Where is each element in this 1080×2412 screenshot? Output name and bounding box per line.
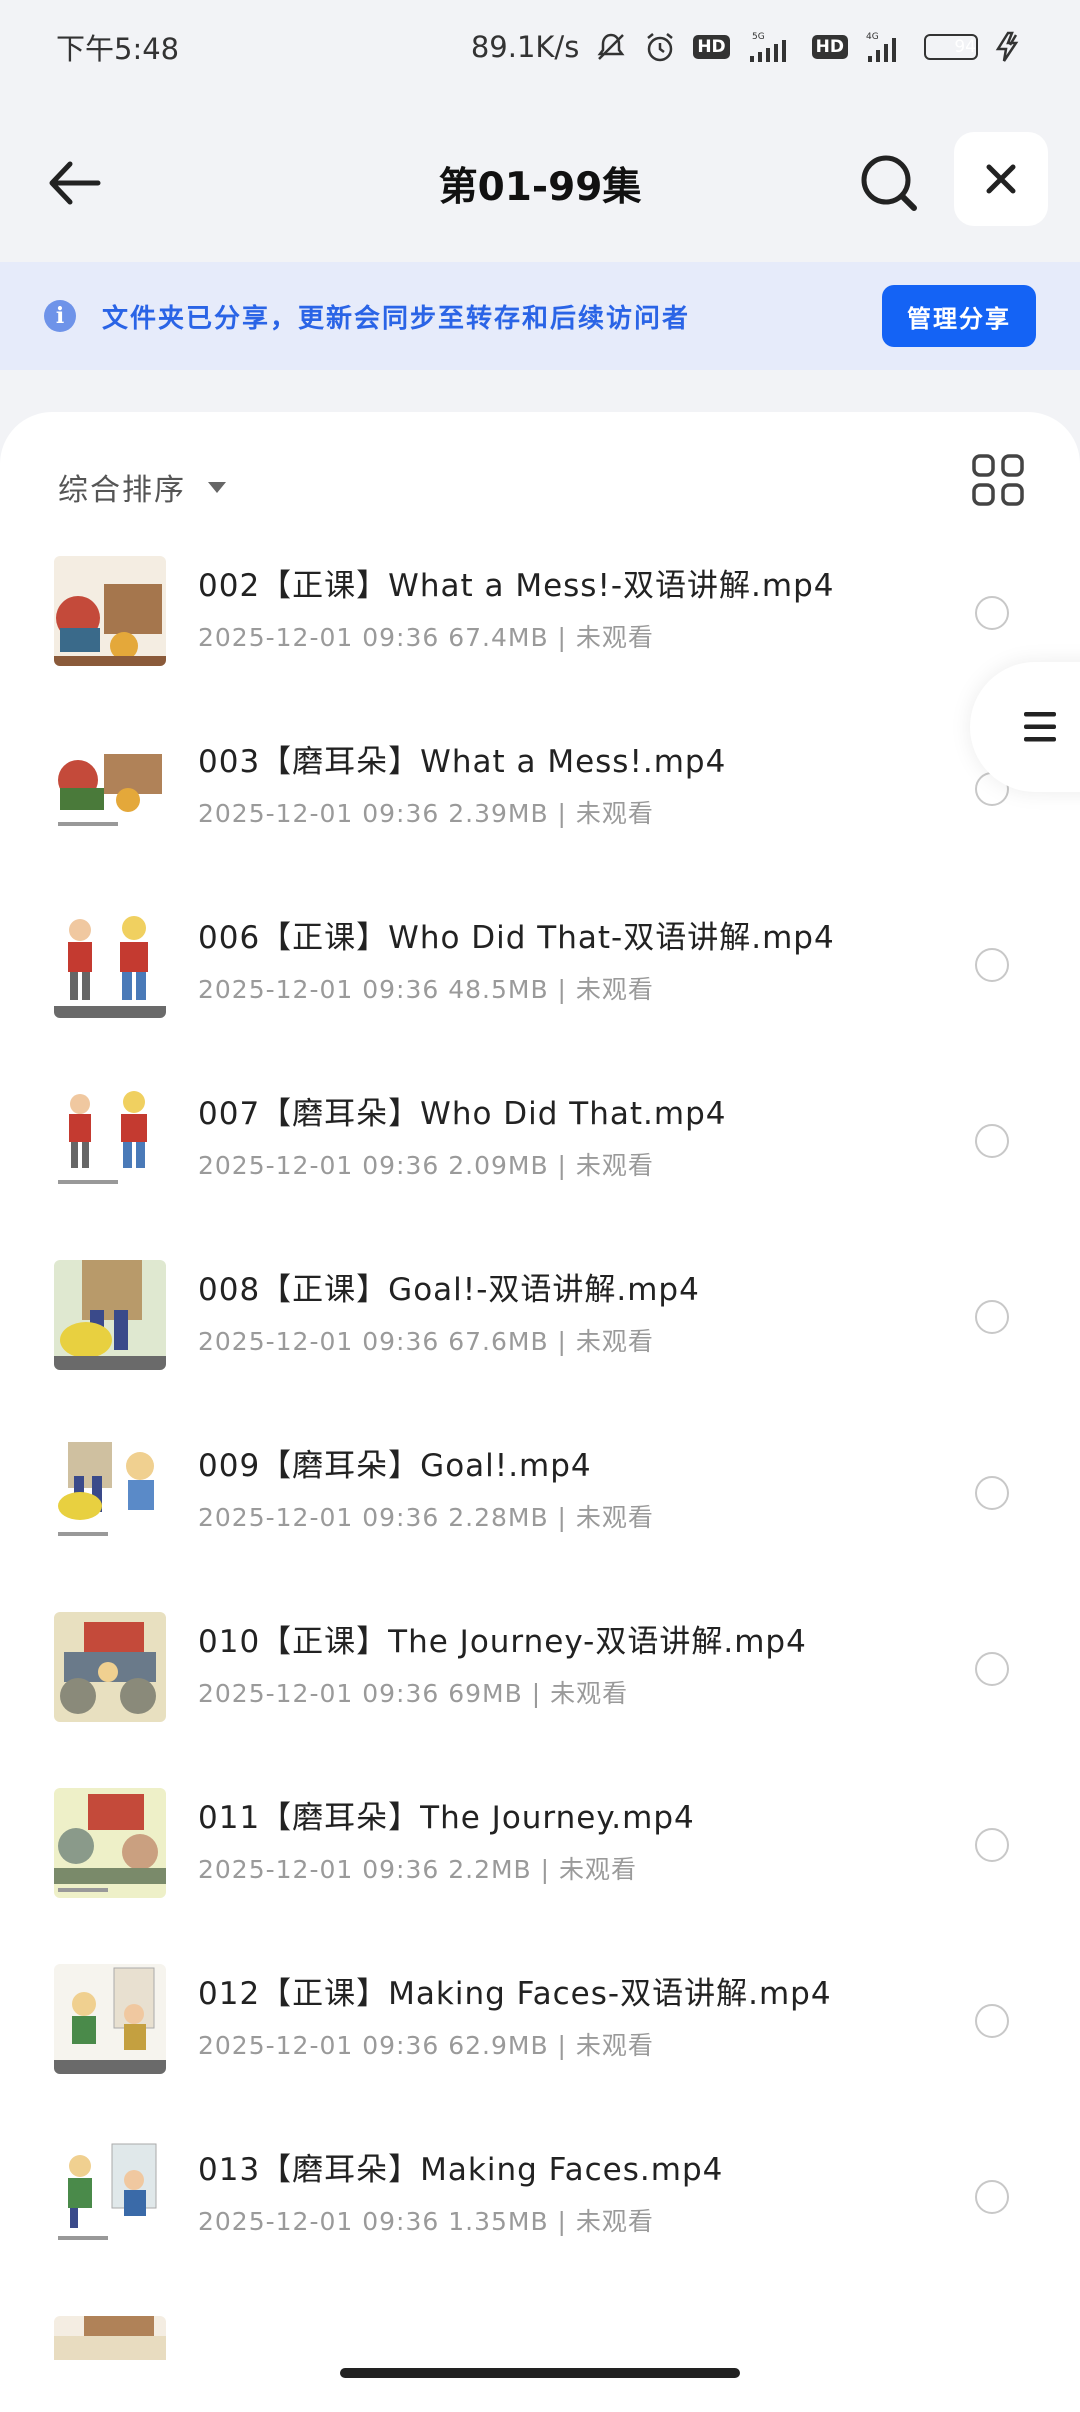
caret-down-icon: [208, 481, 226, 493]
video-thumbnail: [54, 1788, 166, 1898]
status-icons: 89.1K/s HD 5G HD 4G 94: [471, 30, 1024, 64]
file-name: 003【磨耳朵】What a Mess!.mp4: [198, 744, 727, 780]
alarm-icon: [643, 30, 677, 64]
file-row[interactable]: 012【正课】Making Faces-双语讲解.mp4 2025-12-01 …: [0, 1960, 1080, 2136]
grid-icon: [972, 454, 1024, 506]
manage-share-button[interactable]: 管理分享: [882, 285, 1036, 347]
select-radio[interactable]: [975, 1300, 1009, 1334]
grid-view-button[interactable]: [970, 452, 1026, 508]
video-thumbnail: [54, 1260, 166, 1370]
info-icon: i: [44, 300, 76, 332]
select-radio[interactable]: [975, 1124, 1009, 1158]
file-row-partial[interactable]: [0, 2312, 1080, 2360]
battery-icon: 94: [924, 34, 978, 60]
share-banner-text: 文件夹已分享，更新会同步至转存和后续访问者: [102, 303, 691, 334]
header: 第01-99集: [0, 94, 1080, 262]
battery-level: 94: [954, 37, 976, 57]
file-meta: 2025-12-01 09:36 2.2MB | 未观看: [198, 1855, 638, 1884]
back-button[interactable]: [40, 148, 110, 218]
file-meta: 2025-12-01 09:36 1.35MB | 未观看: [198, 2207, 654, 2236]
charging-icon: [994, 31, 1024, 63]
video-thumbnail: [54, 2316, 166, 2360]
file-row[interactable]: 007【磨耳朵】Who Did That.mp4 2025-12-01 09:3…: [0, 1080, 1080, 1256]
file-row[interactable]: 003【磨耳朵】What a Mess!.mp4 2025-12-01 09:3…: [0, 728, 1080, 904]
home-indicator[interactable]: [340, 2368, 740, 2378]
close-button[interactable]: [954, 132, 1048, 226]
signal-1-label: 5G: [752, 32, 765, 42]
file-meta: 2025-12-01 09:36 2.39MB | 未观看: [198, 799, 654, 828]
video-thumbnail: [54, 556, 166, 666]
sort-label: 综合排序: [58, 473, 186, 508]
status-bar: 下午5:48 89.1K/s HD 5G HD 4G 94: [0, 0, 1080, 94]
menu-icon: [1024, 712, 1056, 742]
select-radio[interactable]: [975, 596, 1009, 630]
file-name: 006【正课】Who Did That-双语讲解.mp4: [198, 920, 835, 956]
select-radio[interactable]: [975, 1828, 1009, 1862]
signal-2-label: 4G: [866, 32, 879, 42]
file-name: 013【磨耳朵】Making Faces.mp4: [198, 2152, 724, 2188]
signal-5g-icon: 5G: [746, 30, 796, 64]
close-icon: [986, 164, 1016, 194]
file-row[interactable]: 002【正课】What a Mess!-双语讲解.mp4 2025-12-01 …: [0, 552, 1080, 728]
file-row[interactable]: 009【磨耳朵】Goal!.mp4 2025-12-01 09:36 2.28M…: [0, 1432, 1080, 1608]
network-speed: 89.1K/s: [470, 30, 580, 64]
video-thumbnail: [54, 908, 166, 1018]
file-name: 012【正课】Making Faces-双语讲解.mp4: [198, 1976, 832, 2012]
video-thumbnail: [54, 2140, 166, 2250]
file-name: 007【磨耳朵】Who Did That.mp4: [198, 1096, 727, 1132]
sort-dropdown[interactable]: 综合排序: [58, 452, 226, 522]
file-row[interactable]: 011【磨耳朵】The Journey.mp4 2025-12-01 09:36…: [0, 1784, 1080, 1960]
hd-badge: HD: [693, 35, 730, 59]
file-meta: 2025-12-01 09:36 62.9MB | 未观看: [198, 2031, 654, 2060]
hd-badge-2: HD: [811, 35, 848, 59]
video-thumbnail: [54, 1612, 166, 1722]
file-name: 002【正课】What a Mess!-双语讲解.mp4: [198, 568, 835, 604]
signal-4g-icon: 4G: [864, 30, 908, 64]
file-row[interactable]: 013【磨耳朵】Making Faces.mp4 2025-12-01 09:3…: [0, 2136, 1080, 2312]
status-time: 下午5:48: [56, 32, 180, 66]
file-name: 011【磨耳朵】The Journey.mp4: [198, 1800, 695, 1836]
select-radio[interactable]: [975, 948, 1009, 982]
file-name: 010【正课】The Journey-双语讲解.mp4: [198, 1624, 807, 1660]
select-radio[interactable]: [975, 2180, 1009, 2214]
search-button[interactable]: [852, 146, 928, 222]
video-thumbnail: [54, 1964, 166, 2074]
select-radio[interactable]: [975, 1476, 1009, 1510]
search-icon: [861, 155, 917, 211]
select-radio[interactable]: [975, 1652, 1009, 1686]
file-meta: 2025-12-01 09:36 67.4MB | 未观看: [198, 623, 654, 652]
video-thumbnail: [54, 1084, 166, 1194]
back-arrow-icon: [49, 161, 101, 205]
file-meta: 2025-12-01 09:36 2.28MB | 未观看: [198, 1503, 654, 1532]
mute-bell-icon: [595, 31, 627, 63]
share-banner: i 文件夹已分享，更新会同步至转存和后续访问者 管理分享: [0, 262, 1080, 370]
file-row[interactable]: 010【正课】The Journey-双语讲解.mp4 2025-12-01 0…: [0, 1608, 1080, 1784]
video-thumbnail: [54, 732, 166, 842]
select-radio[interactable]: [975, 2004, 1009, 2038]
file-meta: 2025-12-01 09:36 67.6MB | 未观看: [198, 1327, 654, 1356]
file-meta: 2025-12-01 09:36 2.09MB | 未观看: [198, 1151, 654, 1180]
file-name: 008【正课】Goal!-双语讲解.mp4: [198, 1272, 700, 1308]
file-meta: 2025-12-01 09:36 69MB | 未观看: [198, 1679, 629, 1708]
file-row[interactable]: 006【正课】Who Did That-双语讲解.mp4 2025-12-01 …: [0, 904, 1080, 1080]
file-meta: 2025-12-01 09:36 48.5MB | 未观看: [198, 975, 654, 1004]
file-row[interactable]: 008【正课】Goal!-双语讲解.mp4 2025-12-01 09:36 6…: [0, 1256, 1080, 1432]
file-list-card: 综合排序 002【正课】What a Mess!-双语讲解.mp4 2025-1…: [0, 412, 1080, 2412]
file-name: 009【磨耳朵】Goal!.mp4: [198, 1448, 592, 1484]
video-thumbnail: [54, 1436, 166, 1546]
